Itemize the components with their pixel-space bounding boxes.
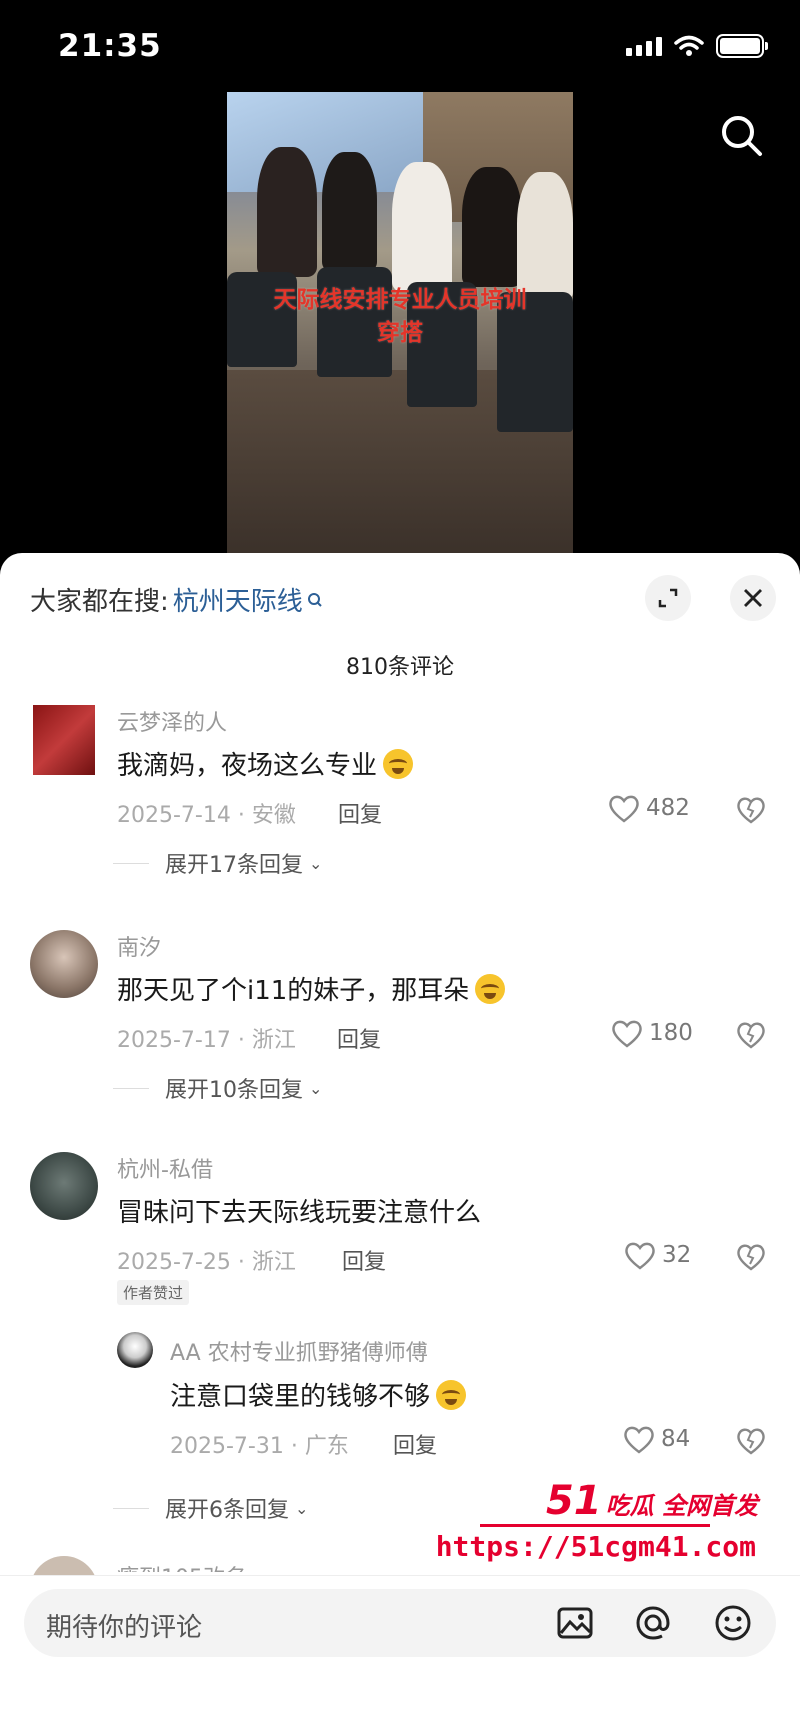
like-button[interactable]: 180 [611, 1018, 693, 1048]
status-bar: 21:35 [0, 0, 800, 100]
reply-button[interactable]: 回复 [393, 1428, 437, 1460]
comment-username[interactable]: 瘦到105改名 [117, 1560, 247, 1572]
comment-username[interactable]: 云梦泽的人 [117, 705, 227, 737]
crying-laugh-emoji-icon [475, 974, 506, 1004]
video-caption: 天际线安排专业人员培训 穿搭 [273, 287, 527, 346]
emoji-icon[interactable] [712, 1602, 754, 1644]
comment-meta: 2025-7-25 · 浙江 [117, 1250, 296, 1275]
close-button[interactable] [730, 575, 776, 621]
comment-text: 我滴妈，夜场这么专业 [117, 745, 414, 782]
like-count: 180 [649, 1020, 693, 1046]
trending-search[interactable]: 大家都在搜: 杭州天际线 [30, 581, 323, 618]
heart-icon [609, 795, 639, 823]
screen: 21:35 天际线安排专业人员培训 穿搭 大家都在搜: 杭州天际线 810条评论… [0, 0, 800, 1733]
like-button[interactable]: 482 [608, 793, 690, 823]
crying-laugh-emoji-icon [436, 1380, 467, 1410]
heart-icon [612, 1020, 642, 1048]
comment-username[interactable]: 南汐 [117, 930, 161, 962]
avatar[interactable] [117, 1332, 153, 1368]
expand-replies-button[interactable]: 展开6条回复 ⌄ [113, 1492, 309, 1524]
watermark-url: https://51cgm41.com [435, 1530, 756, 1563]
signal-icon [626, 36, 662, 56]
reply-button[interactable]: 回复 [338, 797, 382, 829]
expand-replies-button[interactable]: 展开17条回复 ⌄ [113, 847, 323, 879]
search-icon [307, 592, 322, 607]
crying-laugh-emoji-icon [383, 749, 414, 779]
video-player[interactable]: 天际线安排专业人员培训 穿搭 [227, 92, 573, 560]
like-button[interactable]: 84 [623, 1424, 690, 1454]
avatar[interactable] [30, 1152, 98, 1220]
like-count: 32 [662, 1242, 692, 1268]
author-liked-badge: 作者赞过 [117, 1280, 190, 1305]
status-time: 21:35 [58, 28, 162, 64]
reply-button[interactable]: 回复 [342, 1244, 386, 1276]
avatar[interactable] [33, 705, 95, 775]
watermark: 51 吃瓜 全网首发 https://51cgm41.com [435, 1478, 758, 1563]
comment-count: 810条评论 [346, 655, 454, 680]
dislike-icon[interactable] [736, 795, 766, 825]
dislike-icon[interactable] [736, 1426, 766, 1456]
battery-icon [716, 34, 768, 58]
dislike-icon[interactable] [736, 1242, 766, 1272]
comment-username[interactable]: 杭州-私借 [117, 1152, 213, 1184]
mention-icon[interactable] [632, 1602, 674, 1644]
expand-icon [658, 588, 678, 608]
chevron-down-icon: ⌄ [309, 853, 323, 873]
chevron-down-icon: ⌄ [309, 1078, 323, 1098]
wifi-icon [674, 35, 704, 56]
close-icon [744, 589, 762, 607]
like-button[interactable]: 32 [624, 1240, 691, 1270]
comment-input[interactable]: 期待你的评论 [24, 1589, 776, 1657]
trending-keyword[interactable]: 杭州天际线 [173, 581, 303, 618]
search-icon[interactable] [718, 112, 766, 160]
dislike-icon[interactable] [736, 1020, 766, 1050]
expand-replies-button[interactable]: 展开10条回复 ⌄ [113, 1072, 323, 1104]
reply-meta: 2025-7-31 · 广东 [170, 1434, 349, 1459]
image-icon[interactable] [554, 1602, 596, 1644]
comment-meta: 2025-7-14 · 安徽 [117, 803, 296, 828]
chevron-down-icon: ⌄ [295, 1498, 309, 1518]
comment-text: 那天见了个i11的妹子，那耳朵 [117, 970, 506, 1007]
like-count: 84 [661, 1426, 691, 1452]
reply-text: 注意口袋里的钱够不够 [170, 1376, 467, 1413]
heart-icon [625, 1242, 655, 1270]
expand-button[interactable] [645, 575, 691, 621]
status-icons [626, 34, 768, 58]
reply-username[interactable]: AA 农村专业抓野猪傅师傅 [170, 1335, 428, 1367]
comment-input-bar: 期待你的评论 [0, 1575, 800, 1733]
like-count: 482 [646, 795, 690, 821]
reply-button[interactable]: 回复 [337, 1022, 381, 1054]
comment-meta: 2025-7-17 · 浙江 [117, 1028, 296, 1053]
heart-icon [624, 1426, 654, 1454]
comment-text: 冒昧问下去天际线玩要注意什么 [117, 1198, 482, 1228]
avatar[interactable] [30, 930, 98, 998]
